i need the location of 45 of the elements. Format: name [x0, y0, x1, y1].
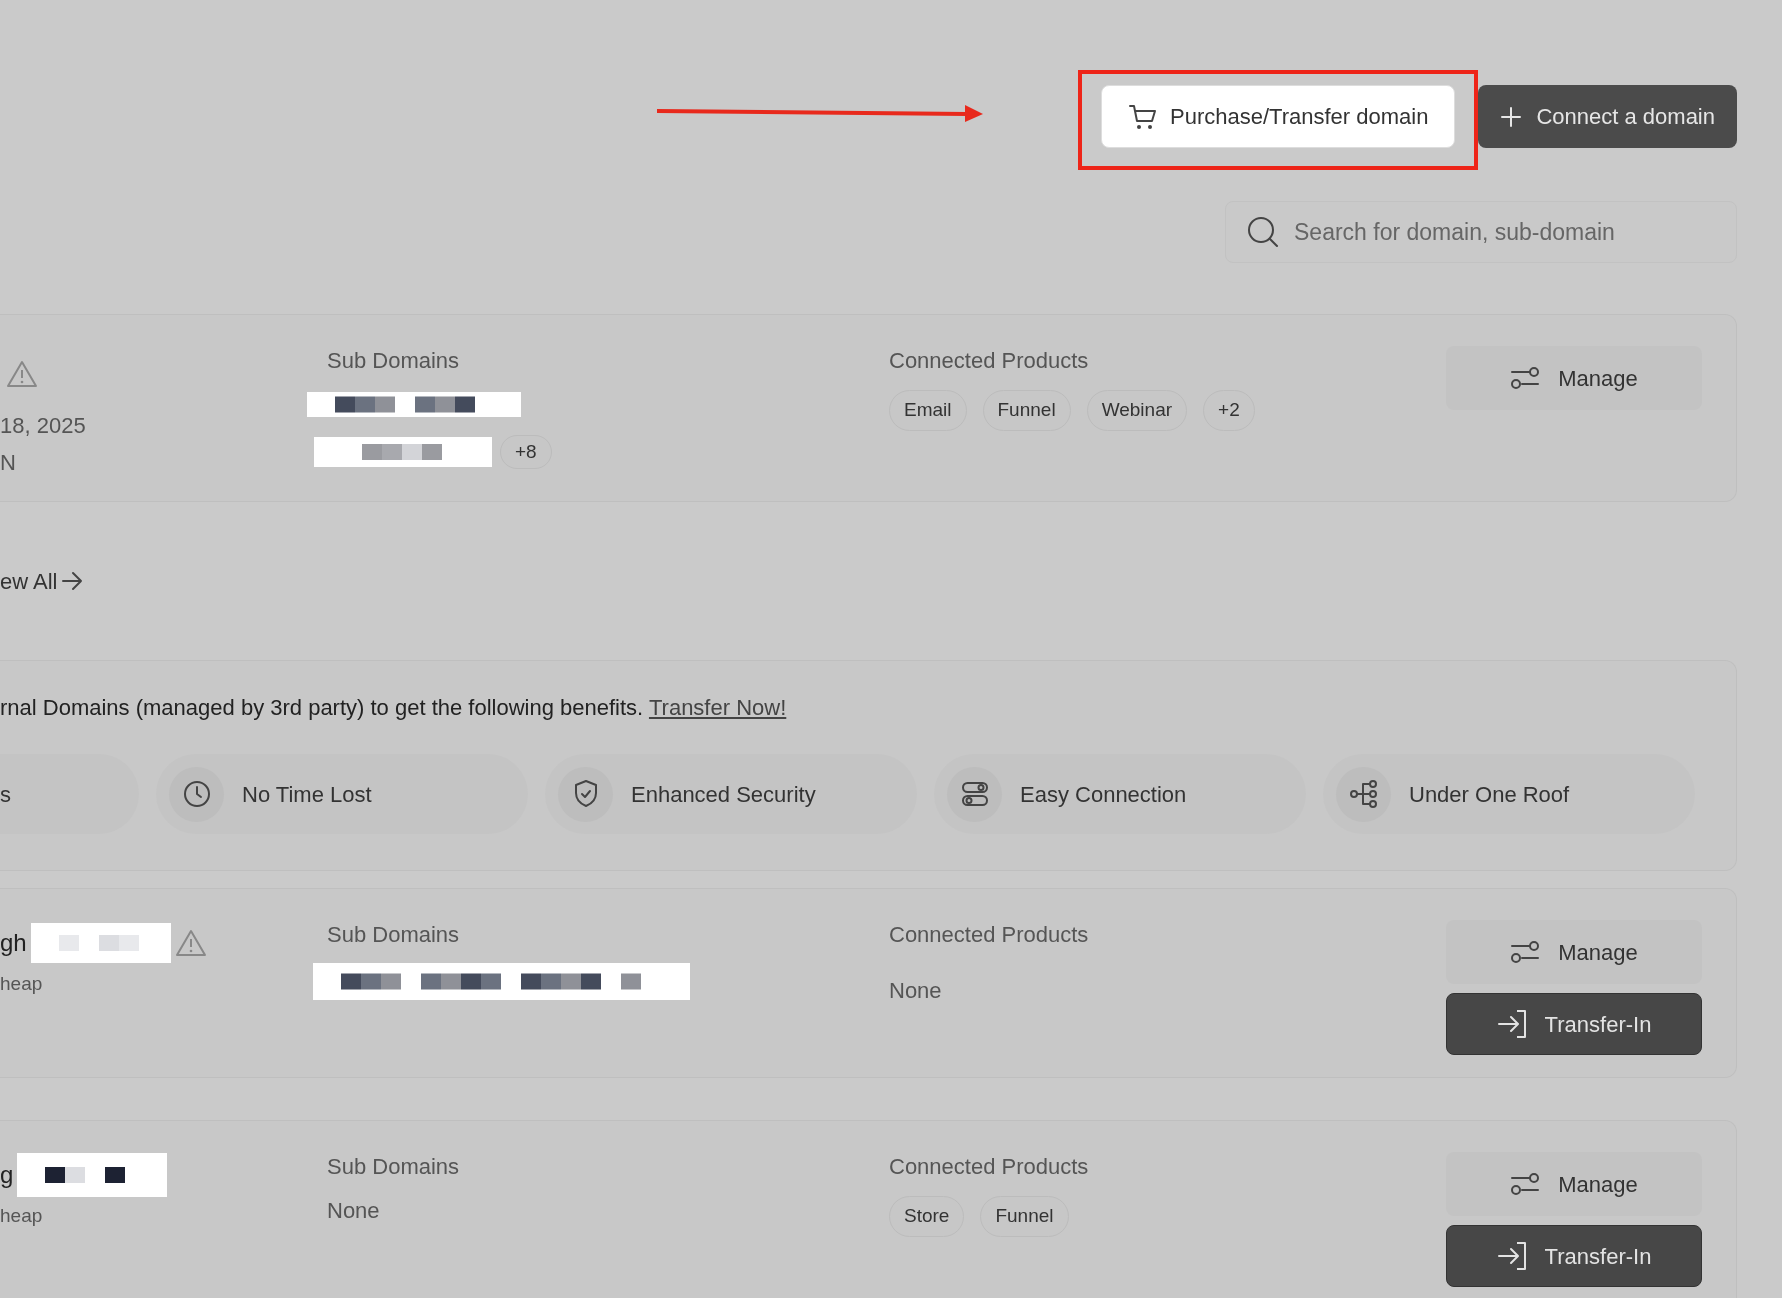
promo-text: rnal Domains (managed by 3rd party) to get the following benefits. Transfer Now! [0, 694, 788, 722]
product-value: None [889, 977, 942, 1005]
domain-detail: 18, 2025 [0, 412, 87, 440]
toggles-icon [959, 780, 990, 808]
domain-name: gh [0, 928, 27, 958]
count-badge: +8 [500, 435, 552, 469]
product-tag: Store [889, 1196, 965, 1237]
product-tag: +2 [1203, 390, 1255, 431]
sub-domains-label: Sub Domains [327, 347, 461, 375]
domain-detail: heap [0, 972, 44, 996]
search-field[interactable]: Search for domain, sub-domain [1225, 201, 1737, 263]
manage-button[interactable]: Manage [1446, 1152, 1702, 1216]
plus-icon [1500, 105, 1523, 128]
transfer-in-button[interactable]: Transfer-In [1446, 993, 1702, 1055]
view-all-link[interactable]: ew All [0, 564, 84, 598]
sub-domains-label: Sub Domains [327, 1153, 461, 1181]
domain-name: g [0, 1160, 14, 1190]
manage-button[interactable]: Manage [1446, 920, 1702, 984]
enter-icon [1496, 1240, 1529, 1272]
connected-products-label: Connected Products [889, 347, 1090, 375]
domain-detail: N [0, 449, 17, 477]
enter-icon [1496, 1008, 1529, 1040]
clock-icon [181, 779, 212, 809]
connected-products-label: Connected Products [889, 921, 1090, 949]
shield-check-icon [572, 779, 599, 809]
arrow-right-icon [61, 571, 84, 591]
benefit-pill: No Time Lost [156, 754, 528, 834]
sub-domain-value: None [327, 1197, 381, 1225]
benefit-pill: s [0, 754, 139, 834]
connect-domain-button[interactable]: Connect a domain [1478, 85, 1737, 148]
transfer-now-link[interactable]: Transfer Now! [648, 695, 787, 720]
benefit-pill: Under One Roof [1323, 754, 1695, 834]
benefit-pill: Enhanced Security [545, 754, 917, 834]
purchase-domain-button[interactable]: Purchase/Transfer domain [1101, 85, 1456, 148]
product-tag: Webinar [1086, 390, 1188, 431]
domain-detail: heap [0, 1204, 44, 1228]
transfer-in-button[interactable]: Transfer-In [1446, 1225, 1702, 1287]
benefit-pill: Easy Connection [934, 754, 1306, 834]
product-tag: Email [889, 390, 967, 431]
product-tag: Funnel [982, 390, 1071, 431]
sub-domains-label: Sub Domains [327, 921, 461, 949]
product-tag: Funnel [980, 1196, 1069, 1237]
connected-products-label: Connected Products [889, 1153, 1090, 1181]
network-icon [1348, 779, 1379, 809]
manage-button[interactable]: Manage [1446, 346, 1702, 410]
